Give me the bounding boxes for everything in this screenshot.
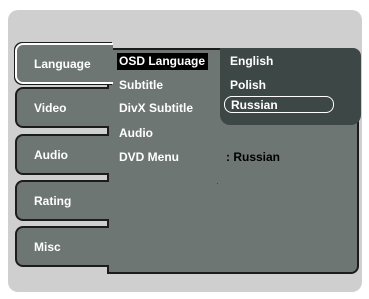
setting-osd-language[interactable]: OSD Language [117, 53, 209, 70]
setting-divx-subtitle[interactable]: DivX Subtitle [119, 101, 193, 115]
stray-dot [217, 183, 218, 184]
tab-video[interactable]: Video [15, 87, 109, 128]
tab-audio-label: Audio [34, 147, 68, 162]
option-polish[interactable]: Polish [230, 78, 266, 92]
tab-audio[interactable]: Audio [15, 134, 109, 175]
tab-language-label: Language [34, 56, 91, 71]
option-russian[interactable]: Russian [224, 96, 334, 113]
tab-rating[interactable]: Rating [15, 180, 109, 221]
setting-dvd-menu[interactable]: DVD Menu [119, 150, 179, 164]
setting-subtitle[interactable]: Subtitle [119, 78, 163, 92]
tab-video-label: Video [34, 100, 67, 115]
tab-misc[interactable]: Misc [15, 226, 109, 267]
tab-misc-label: Misc [34, 239, 61, 254]
option-english[interactable]: English [230, 54, 273, 68]
tab-rating-label: Rating [34, 193, 72, 208]
dvd-menu-value: : Russian [226, 150, 281, 164]
setting-audio[interactable]: Audio [119, 126, 153, 140]
tab-language[interactable]: Language [15, 43, 113, 84]
language-dropdown: English Polish Russian [220, 48, 361, 125]
